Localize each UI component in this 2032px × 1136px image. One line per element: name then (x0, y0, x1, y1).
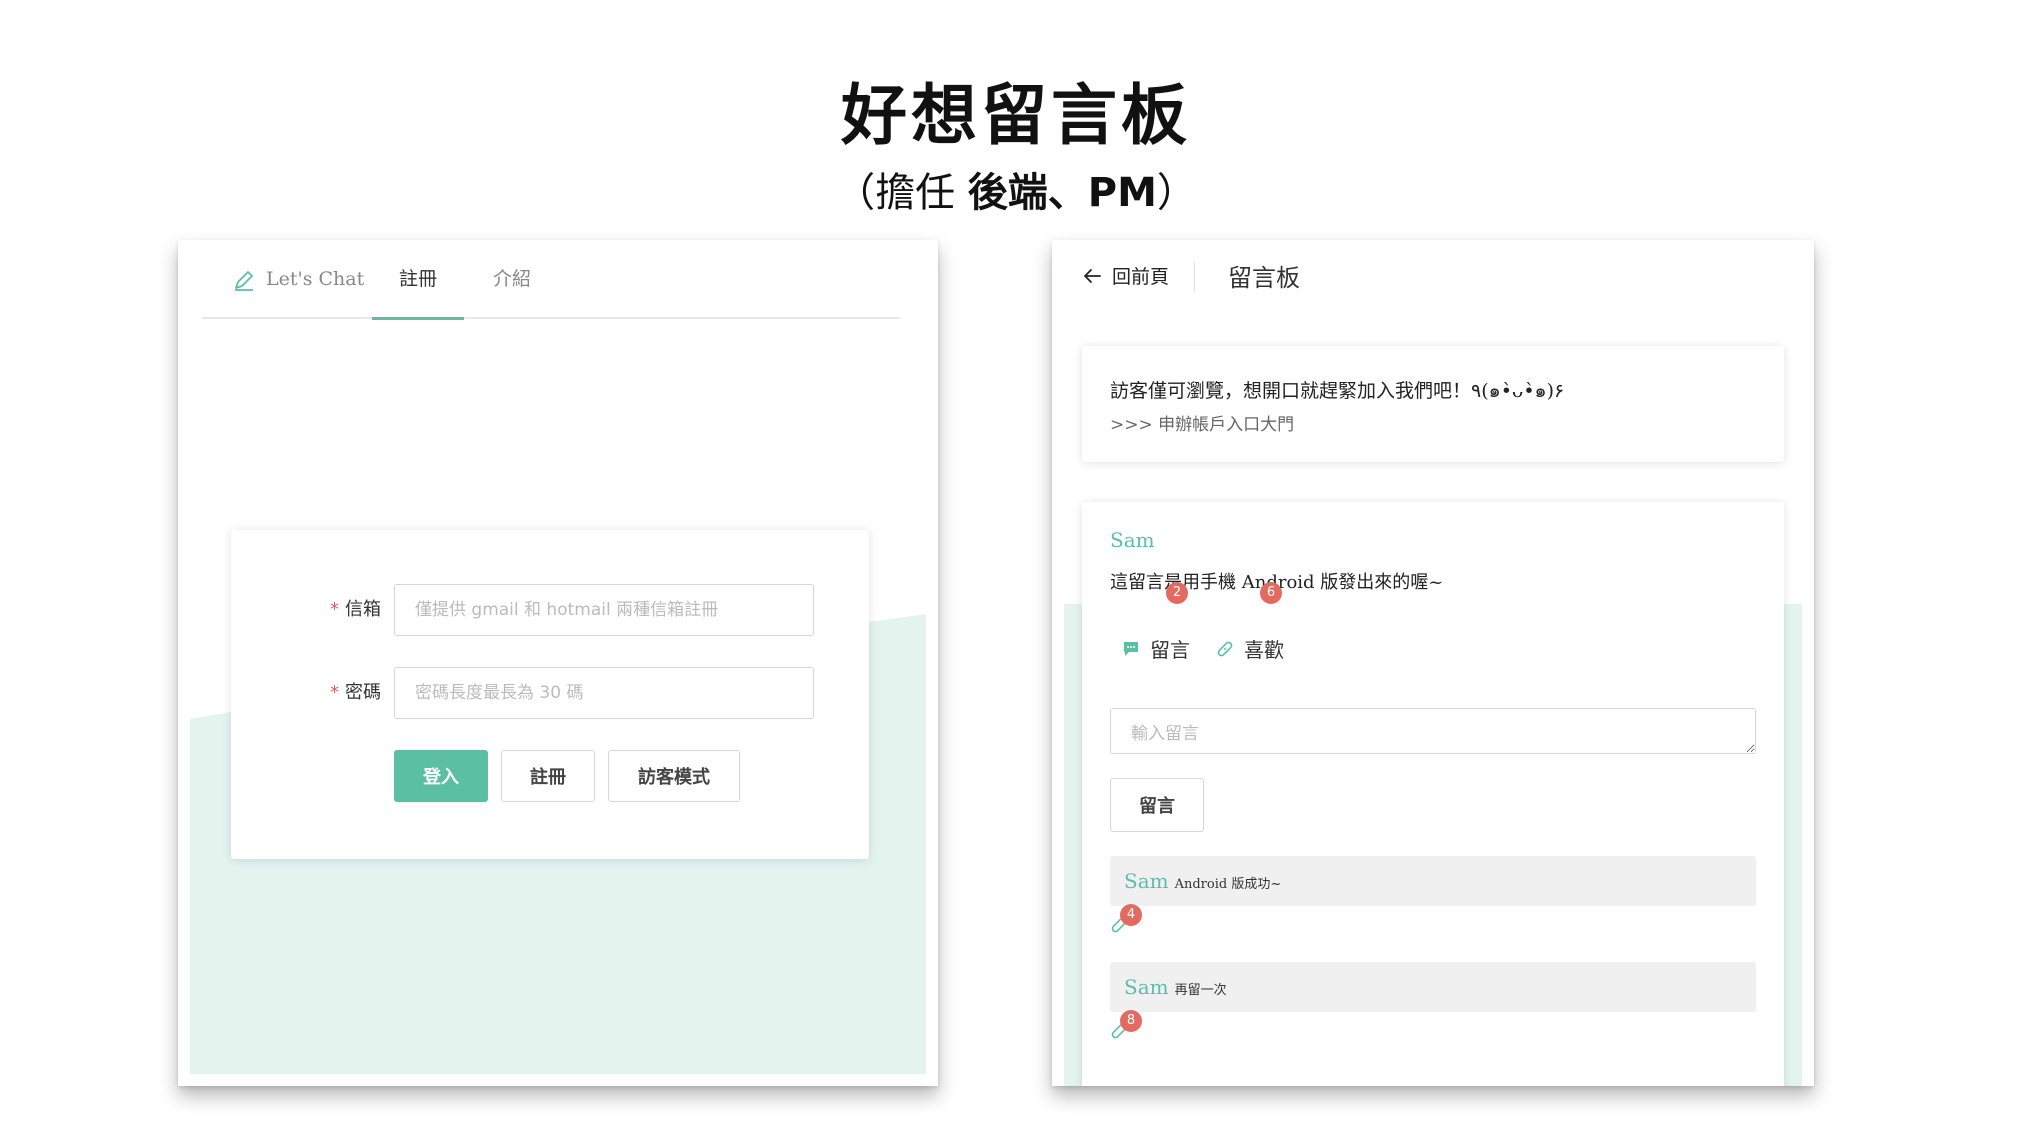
email-field[interactable] (394, 584, 814, 636)
register-account-link[interactable]: >>> 申辦帳戶入口大門 (1110, 410, 1294, 435)
pencil-icon (235, 270, 253, 291)
subtitle-prefix: （擔任 (835, 170, 968, 216)
required-mark: * (330, 682, 339, 703)
nav-logo-label: Let's Chat (266, 268, 365, 290)
slide-subtitle: （擔任 後端、PM） (0, 160, 2032, 218)
register-button[interactable]: 註冊 (501, 750, 595, 802)
comment-like-badge: 4 (1120, 904, 1142, 926)
header-divider (1194, 262, 1195, 292)
guest-notice-text: 訪客僅可瀏覽，想開口就趕緊加入我們吧！٩(๑•̀ᴗ•̀๑)۶ (1110, 380, 1565, 402)
tab-intro[interactable]: 介紹 (482, 240, 542, 319)
guest-notice-card: 訪客僅可瀏覽，想開口就趕緊加入我們吧！٩(๑•̀ᴗ•̀๑)۶ >>> 申辦帳戶入… (1082, 346, 1784, 462)
message-board-screenshot: 回前頁 留言板 訪客僅可瀏覽，想開口就趕緊加入我們吧！٩(๑•̀ᴗ•̀๑)۶ >… (1052, 240, 1814, 1086)
comment-action[interactable]: 留言 (1122, 634, 1190, 663)
email-label-text: 信箱 (345, 599, 381, 620)
email-row: * 信箱 (231, 584, 869, 636)
subtitle-suffix: ） (1156, 170, 1197, 216)
comment-like-badge: 8 (1120, 1010, 1142, 1032)
page-title: 留言板 (1228, 264, 1300, 292)
chat-bubble-icon (1124, 641, 1138, 656)
tab-register[interactable]: 註冊 (372, 240, 464, 320)
password-row: * 密碼 (231, 667, 869, 719)
guest-mode-button[interactable]: 訪客模式 (608, 750, 740, 802)
email-label: * 信箱 (271, 584, 381, 636)
comment-author: Sam (1124, 975, 1169, 999)
post-card: Sam 這留言是用手機 Android 版發出來的喔~ 留言 2 喜歡 6 留言 (1082, 502, 1784, 1086)
comment-item: Sam Android 版成功~ (1110, 856, 1756, 906)
comment-item: Sam 再留一次 (1110, 962, 1756, 1012)
password-field[interactable] (394, 667, 814, 719)
like-action-label: 喜歡 (1244, 638, 1284, 662)
comment-text: 再留一次 (1174, 983, 1227, 998)
slide: 好想留言板 （擔任 後端、PM） Let's Chat 註冊 介紹 * 信箱 僅… (0, 0, 2032, 1136)
board-header: 回前頁 留言板 (1052, 240, 1814, 312)
top-nav: Let's Chat 註冊 介紹 (202, 240, 900, 320)
comment-action-label: 留言 (1150, 638, 1190, 662)
login-button[interactable]: 登入 (394, 750, 488, 802)
bandage-like-icon (1217, 641, 1233, 656)
nav-logo[interactable]: Let's Chat (232, 240, 364, 319)
post-author: Sam (1110, 528, 1155, 552)
comment-count-badge: 2 (1166, 582, 1188, 604)
comment-text: Android 版成功~ (1174, 877, 1282, 892)
subtitle-roles: 後端、PM (967, 170, 1157, 216)
slide-title: 好想留言板 (841, 77, 1191, 154)
like-action[interactable]: 喜歡 (1216, 634, 1284, 663)
password-label: * 密碼 (271, 667, 381, 719)
arrow-left-icon (1084, 268, 1101, 283)
submit-comment-button[interactable]: 留言 (1110, 778, 1204, 832)
comment-author: Sam (1124, 869, 1169, 893)
login-screenshot: Let's Chat 註冊 介紹 * 信箱 * 密碼 登入 註冊 訪客模式 (178, 240, 938, 1086)
like-count-badge: 6 (1260, 582, 1282, 604)
comment-input[interactable] (1110, 708, 1756, 754)
required-mark: * (330, 599, 339, 620)
back-label: 回前頁 (1112, 266, 1170, 288)
password-label-text: 密碼 (345, 682, 381, 703)
back-link[interactable]: 回前頁 (1082, 262, 1169, 289)
login-card: * 信箱 * 密碼 登入 註冊 訪客模式 (231, 530, 869, 859)
